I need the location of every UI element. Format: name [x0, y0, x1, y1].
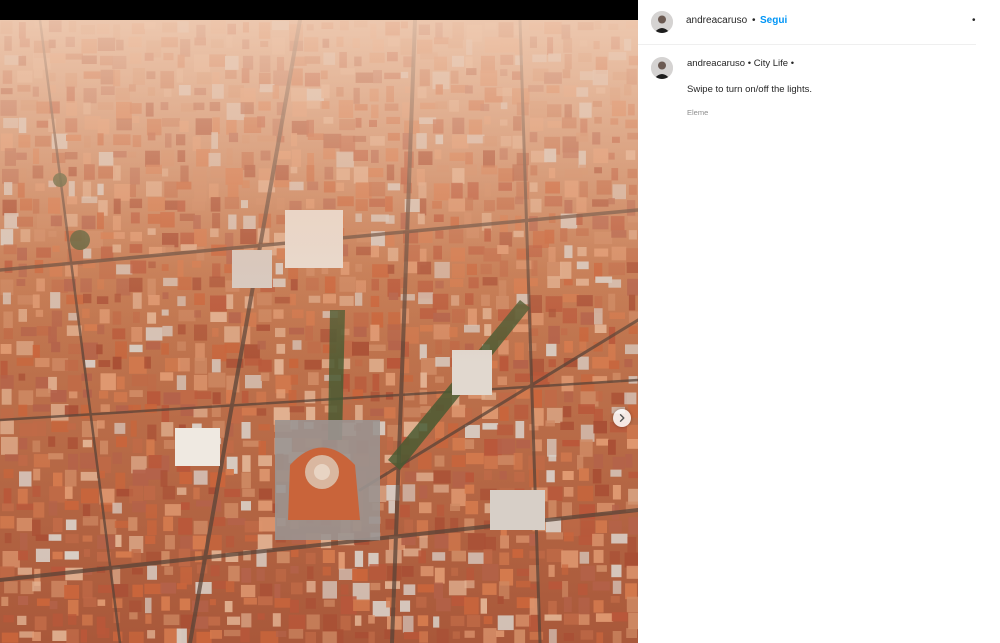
- aerial-city-photo[interactable]: [0, 20, 638, 643]
- caption-location[interactable]: City Life: [754, 58, 788, 69]
- post-side-panel: andreacaruso • Segui • andreacaruso • Ci…: [638, 0, 1000, 643]
- header-separator: •: [752, 15, 756, 26]
- post-header: andreacaruso • Segui •: [638, 0, 976, 45]
- caption-username[interactable]: andreacaruso: [687, 58, 745, 69]
- next-slide-button[interactable]: [613, 409, 631, 427]
- media-top-bar: [0, 0, 638, 20]
- caption-header-line: andreacaruso • City Life •: [687, 57, 794, 70]
- author-username[interactable]: andreacaruso: [686, 14, 747, 27]
- caption-meta: Eleme: [687, 108, 709, 117]
- caption-separator: •: [747, 58, 752, 69]
- follow-button[interactable]: Segui: [760, 14, 787, 27]
- chevron-right-icon: [619, 414, 625, 422]
- caption-trailing-dot: •: [790, 58, 795, 69]
- caption-avatar[interactable]: [651, 57, 673, 79]
- user-avatar-icon: [651, 11, 673, 33]
- post-media: [0, 0, 638, 643]
- user-avatar-icon: [651, 57, 673, 79]
- caption-text: Swipe to turn on/off the lights.: [687, 84, 812, 95]
- author-avatar[interactable]: [651, 11, 673, 33]
- more-options-button[interactable]: •: [972, 14, 976, 27]
